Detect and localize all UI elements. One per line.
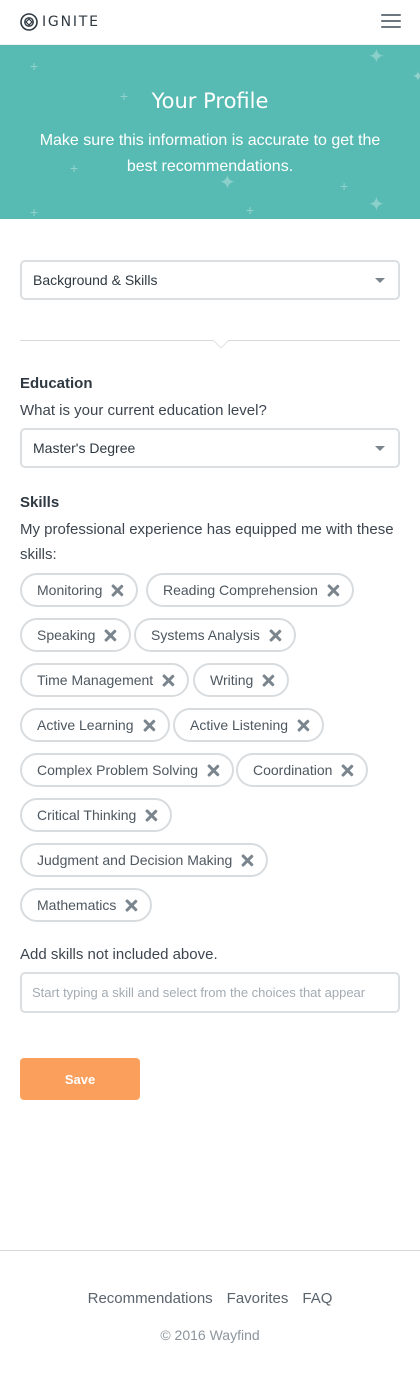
profile-hero-banner: + + ✦ ✦ + + ✦ + + ✦ Your Profile Make su… — [0, 45, 420, 219]
chevron-down-icon — [375, 278, 385, 283]
remove-skill-icon[interactable] — [262, 674, 275, 687]
skill-chip-label: Systems Analysis — [151, 627, 260, 643]
skill-chip-label: Writing — [210, 672, 254, 688]
remove-skill-icon[interactable] — [327, 584, 340, 597]
profile-section-value: Background & Skills — [33, 272, 158, 288]
footer-divider — [0, 1250, 420, 1251]
skill-chip: Critical Thinking — [20, 798, 173, 832]
skill-chip-label: Mathematics — [37, 897, 117, 913]
profile-section-select[interactable]: Background & Skills — [20, 260, 400, 300]
remove-skill-icon[interactable] — [341, 764, 354, 777]
remove-skill-icon[interactable] — [162, 674, 175, 687]
skills-description: My professional experience has equipped … — [20, 521, 394, 563]
remove-skill-icon[interactable] — [145, 809, 158, 822]
save-button[interactable]: Save — [20, 1058, 140, 1100]
skill-chip-label: Active Learning — [37, 717, 134, 733]
skill-chip-label: Coordination — [253, 762, 333, 778]
skill-chip: Speaking — [20, 618, 132, 652]
skill-chip-label: Speaking — [37, 627, 96, 643]
add-skill-input[interactable] — [20, 972, 400, 1013]
sparkle-icon: + — [30, 204, 39, 219]
copyright-text: © 2016 Wayfind — [160, 1327, 260, 1343]
sparkle-icon: ✦ — [412, 68, 420, 84]
skill-chip: Coordination — [236, 753, 369, 787]
page-subtitle: Make sure this information is accurate t… — [39, 132, 381, 175]
remove-skill-icon[interactable] — [125, 899, 138, 912]
sparkle-icon: + — [340, 178, 349, 194]
sparkle-icon: + — [30, 58, 39, 74]
skill-chip: Systems Analysis — [134, 618, 296, 652]
skills-heading: Skills — [20, 494, 60, 511]
divider-notch-icon — [212, 340, 230, 349]
skill-chip: Active Learning — [20, 708, 170, 742]
skill-chip-label: Time Management — [37, 672, 154, 688]
add-skills-label: Add skills not included above. — [20, 946, 218, 963]
skill-chip: Reading Comprehension — [146, 573, 354, 607]
sparkle-icon: ✦ — [368, 46, 385, 68]
skill-chip: Time Management — [20, 663, 190, 697]
education-heading: Education — [20, 375, 93, 392]
remove-skill-icon[interactable] — [297, 719, 310, 732]
ignite-logo-icon — [20, 13, 38, 31]
footer-link-recommendations[interactable]: Recommendations — [88, 1290, 213, 1307]
skill-chip: Active Listening — [173, 708, 325, 742]
hamburger-menu-icon[interactable] — [381, 14, 401, 28]
remove-skill-icon[interactable] — [104, 629, 117, 642]
skill-chip-label: Critical Thinking — [37, 807, 137, 823]
skill-chip: Mathematics — [20, 888, 153, 922]
skill-chip-label: Complex Problem Solving — [37, 762, 199, 778]
skill-chip-label: Active Listening — [190, 717, 289, 733]
remove-skill-icon[interactable] — [269, 629, 282, 642]
footer-nav: Recommendations Favorites FAQ — [0, 1290, 420, 1307]
skill-chip-label: Reading Comprehension — [163, 582, 318, 598]
skill-chip: Monitoring — [20, 573, 139, 607]
brand-name: IGNITE — [42, 14, 100, 30]
chevron-down-icon — [375, 446, 385, 451]
page-title: Your Profile — [151, 89, 269, 113]
remove-skill-icon[interactable] — [143, 719, 156, 732]
skill-chip-label: Monitoring — [37, 582, 103, 598]
remove-skill-icon[interactable] — [241, 854, 254, 867]
brand-logo[interactable]: IGNITE — [20, 13, 100, 31]
skill-chip: Complex Problem Solving — [20, 753, 235, 787]
education-level-value: Master's Degree — [33, 440, 136, 456]
sparkle-icon: + — [246, 202, 255, 218]
top-bar: IGNITE — [0, 0, 420, 45]
skill-chip: Writing — [193, 663, 290, 697]
education-question: What is your current education level? — [20, 402, 267, 419]
footer-link-favorites[interactable]: Favorites — [227, 1290, 289, 1307]
skill-chip-label: Judgment and Decision Making — [37, 852, 233, 868]
education-level-select[interactable]: Master's Degree — [20, 428, 400, 468]
sparkle-icon: ✦ — [368, 194, 385, 216]
remove-skill-icon[interactable] — [111, 584, 124, 597]
footer-link-faq[interactable]: FAQ — [302, 1290, 332, 1307]
skill-chip: Judgment and Decision Making — [20, 843, 269, 877]
remove-skill-icon[interactable] — [207, 764, 220, 777]
